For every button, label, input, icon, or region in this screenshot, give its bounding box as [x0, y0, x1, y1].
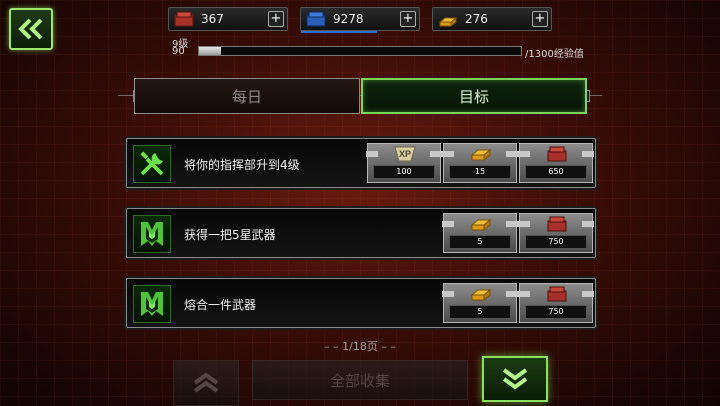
xp-max: /1300经验值	[525, 49, 584, 60]
reward-red-crate: 750	[518, 213, 594, 253]
collect-all-button[interactable]: 全部收集	[252, 360, 468, 400]
add-gold-bars-button[interactable]: +	[532, 11, 548, 27]
blue-crate-bar	[301, 31, 377, 33]
xp-progress-bar	[198, 46, 522, 56]
double-chevron-down-icon	[502, 368, 528, 390]
wrench-screwdriver-icon	[133, 145, 171, 183]
reward-red-crate: 650	[518, 143, 594, 183]
wing-left	[518, 221, 530, 227]
reward-value: 5	[449, 305, 511, 319]
xp-current: 90	[172, 46, 185, 57]
tab-daily[interactable]: 每日	[134, 78, 360, 114]
wing-right	[582, 291, 594, 297]
reward-xp: XP 100	[366, 143, 442, 183]
wing-right	[582, 151, 594, 157]
wing-right	[506, 151, 518, 157]
reward-value: 100	[373, 165, 435, 179]
quest-item[interactable]: 获得一把5星武器 5 750	[126, 208, 596, 258]
page-down-button[interactable]	[482, 356, 548, 402]
collect-all-label: 全部收集	[329, 371, 390, 390]
reward-value: 15	[449, 165, 511, 179]
xp-icon: XP	[394, 146, 416, 162]
quest-item[interactable]: 熔合一件武器 5 750	[126, 278, 596, 328]
red-crate-count: 367	[201, 12, 224, 26]
quest-title: 将你的指挥部升到4级	[184, 158, 300, 172]
page-up-button[interactable]	[173, 360, 239, 406]
gold-bars-icon	[470, 148, 492, 162]
tab-goals[interactable]: 目标	[361, 78, 587, 114]
quest-item[interactable]: 将你的指挥部升到4级 XP 100 15 650	[126, 138, 596, 188]
blue-crate-count: 9278	[333, 12, 364, 26]
gold-bars-icon	[438, 16, 458, 28]
wing-left	[518, 151, 530, 157]
wing-left	[518, 291, 530, 297]
gold-bars-count: 276	[465, 12, 488, 26]
page-indicator: – – 1/18页 – –	[324, 340, 396, 353]
svg-text:XP: XP	[399, 149, 411, 159]
reward-value: 5	[449, 235, 511, 249]
reward-gold: 5	[442, 283, 518, 323]
gold-bars-icon	[470, 288, 492, 302]
wing-right	[582, 221, 594, 227]
wing-right	[506, 291, 518, 297]
medal-icon	[133, 285, 171, 323]
quest-title: 获得一把5星武器	[184, 228, 276, 242]
tab-goals-label: 目标	[458, 87, 489, 106]
wing-left	[442, 151, 454, 157]
resource-blue-crate: 9278 +	[300, 7, 420, 33]
medal-icon	[133, 215, 171, 253]
red-crate-icon	[547, 286, 567, 302]
wing-left	[442, 291, 454, 297]
add-blue-crate-button[interactable]: +	[400, 11, 416, 27]
reward-gold: 5	[442, 213, 518, 253]
resource-red-crate: 367 +	[168, 7, 288, 31]
tab-daily-label: 每日	[231, 87, 262, 106]
wing-left	[366, 151, 378, 157]
resource-gold-bars: 276 +	[432, 7, 552, 31]
red-crate-icon	[547, 146, 567, 162]
reward-gold: 15	[442, 143, 518, 183]
add-red-crate-button[interactable]: +	[268, 11, 284, 27]
wing-left	[442, 221, 454, 227]
quest-title: 熔合一件武器	[184, 298, 257, 312]
reward-value: 750	[525, 305, 587, 319]
wing-right	[506, 221, 518, 227]
red-crate-icon	[174, 11, 194, 27]
red-crate-icon	[547, 216, 567, 232]
double-chevron-up-icon	[193, 372, 219, 393]
wing-right	[430, 151, 442, 157]
gold-bars-icon	[470, 218, 492, 232]
reward-red-crate: 750	[518, 283, 594, 323]
back-button[interactable]	[9, 8, 53, 50]
reward-value: 650	[525, 165, 587, 179]
double-chevron-left-icon	[18, 18, 43, 40]
xp-progress-fill	[199, 47, 222, 55]
reward-value: 750	[525, 235, 587, 249]
blue-crate-icon	[306, 11, 326, 27]
